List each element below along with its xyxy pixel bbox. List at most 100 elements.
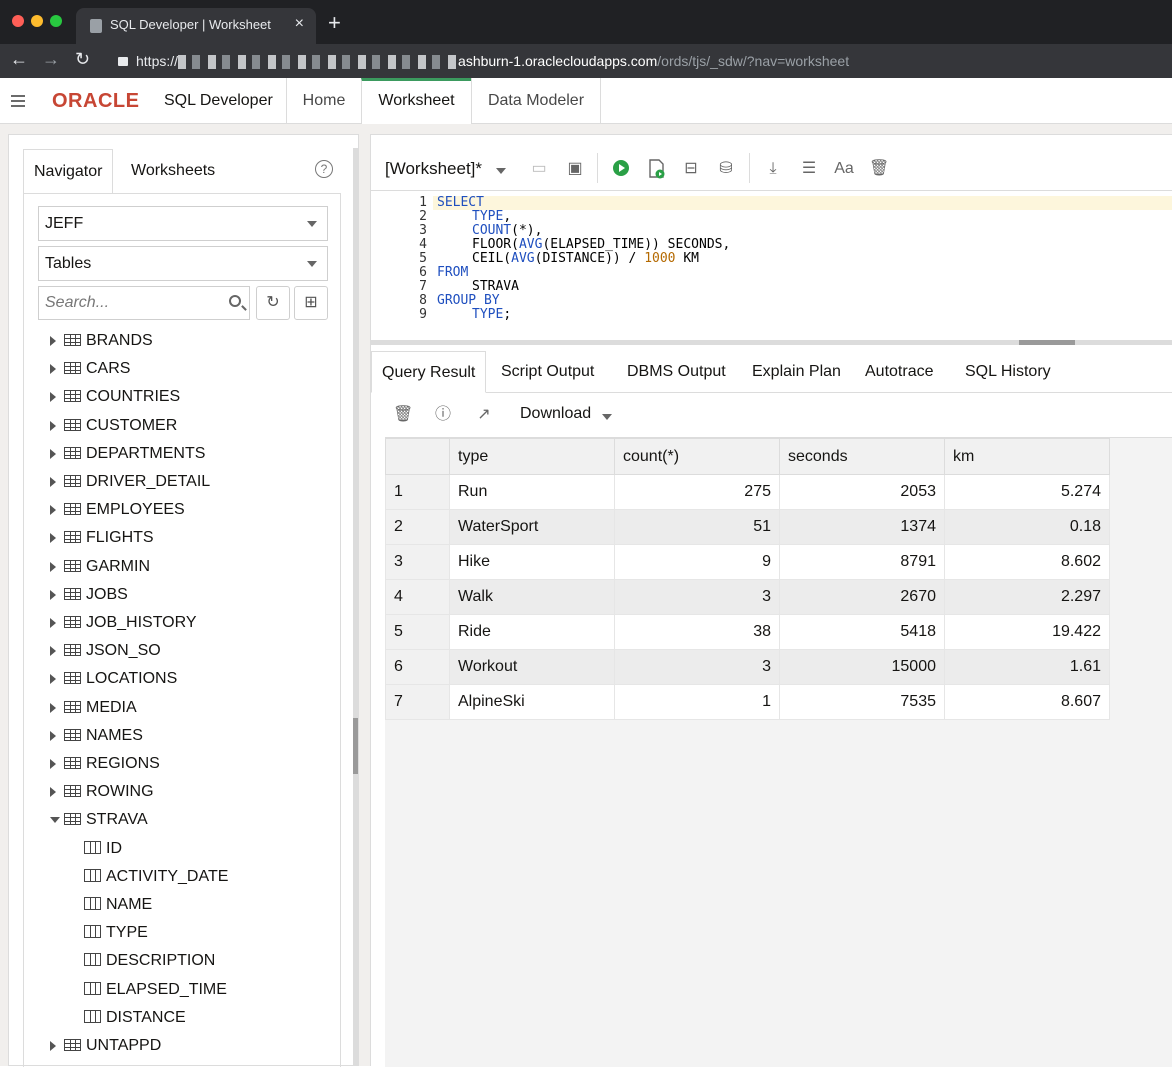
url-field[interactable]: https:// ashburn-1.oraclecloudapps.com/or… <box>112 49 1164 73</box>
row-number-cell[interactable]: 7 <box>385 684 450 720</box>
tree-table-item[interactable]: JSON_SO <box>50 638 161 664</box>
table-row[interactable]: 6 Workout 3 15000 1.61 <box>385 649 1110 685</box>
table-cell[interactable]: 38 <box>614 614 780 650</box>
clear-icon[interactable]: 🗑 <box>869 159 889 179</box>
scrollbar-thumb[interactable] <box>1019 340 1075 345</box>
tree-column-item[interactable]: DESCRIPTION <box>84 948 215 974</box>
tab-home[interactable]: Home <box>286 78 361 124</box>
table-cell[interactable]: 1 <box>614 684 780 720</box>
minimize-window-button[interactable] <box>31 15 43 27</box>
collapsed-arrow-icon[interactable] <box>50 787 56 798</box>
table-cell[interactable]: 3 <box>614 649 780 685</box>
info-icon[interactable]: ⓘ <box>433 405 453 425</box>
tab-autotrace[interactable]: Autotrace <box>865 351 933 393</box>
table-row[interactable]: 1 Run 275 2053 5.274 <box>385 474 1110 510</box>
table-cell[interactable]: 8.607 <box>944 684 1110 720</box>
run-script-icon[interactable] <box>647 159 667 179</box>
table-cell[interactable]: 3 <box>614 579 780 615</box>
table-cell[interactable]: 15000 <box>779 649 945 685</box>
table-cell[interactable]: 1374 <box>779 509 945 545</box>
tab-dbms-output[interactable]: DBMS Output <box>627 351 726 393</box>
font-size-icon[interactable]: Aa <box>834 159 854 179</box>
expanded-arrow-icon[interactable] <box>50 817 60 824</box>
panel-splitter[interactable] <box>353 148 358 1066</box>
table-cell[interactable]: 1.61 <box>944 649 1110 685</box>
collapsed-arrow-icon[interactable] <box>50 336 56 346</box>
collapsed-arrow-icon[interactable] <box>50 646 56 657</box>
forward-icon[interactable]: → <box>42 49 60 70</box>
sql-editor[interactable]: 1 SELECT 2 TYPE, 3 COUNT(*), 4 FLOOR(AVG(ELA… <box>371 192 1172 340</box>
table-cell[interactable]: AlpineSki <box>449 684 615 720</box>
tree-table-item[interactable]: GARMIN <box>50 554 150 580</box>
browser-tab[interactable]: SQL Developer | Worksheet × <box>76 8 316 44</box>
open-external-icon[interactable]: ↗ <box>474 405 494 425</box>
chevron-down-icon[interactable] <box>496 168 506 174</box>
row-number-cell[interactable]: 6 <box>385 649 450 685</box>
collapsed-arrow-icon[interactable] <box>50 505 56 516</box>
column-header[interactable]: km <box>944 438 1110 475</box>
tree-table-item[interactable]: REGIONS <box>50 751 160 777</box>
tree-table-item[interactable]: STRAVA <box>50 807 148 833</box>
row-number-cell[interactable]: 1 <box>385 474 450 510</box>
column-header[interactable]: count(*) <box>614 438 780 475</box>
tree-table-item[interactable]: EMPLOYEES <box>50 497 185 523</box>
open-folder-icon[interactable]: ▭ <box>529 159 549 179</box>
new-tab-button[interactable]: + <box>328 10 341 36</box>
collapsed-arrow-icon[interactable] <box>50 448 56 459</box>
tab-worksheets[interactable]: Worksheets <box>131 149 215 193</box>
tree-table-item[interactable]: MEDIA <box>50 695 137 721</box>
collapsed-arrow-icon[interactable] <box>50 392 56 403</box>
table-cell[interactable]: 275 <box>614 474 780 510</box>
download-icon[interactable]: ⤓ <box>763 159 783 179</box>
table-row[interactable]: 2 WaterSport 51 1374 0.18 <box>385 509 1110 545</box>
tree-table-item[interactable]: DRIVER_DETAIL <box>50 469 210 495</box>
table-cell[interactable]: 2053 <box>779 474 945 510</box>
object-type-select[interactable]: Tables <box>38 246 328 281</box>
table-cell[interactable]: 51 <box>614 509 780 545</box>
table-cell[interactable]: 19.422 <box>944 614 1110 650</box>
table-cell[interactable]: WaterSport <box>449 509 615 545</box>
collapsed-arrow-icon[interactable] <box>50 364 56 375</box>
tree-table-item[interactable]: DEPARTMENTS <box>50 441 205 467</box>
table-cell[interactable]: Run <box>449 474 615 510</box>
search-input[interactable]: Search... <box>38 286 250 320</box>
collapsed-arrow-icon[interactable] <box>50 618 56 628</box>
tree-column-item[interactable]: DISTANCE <box>84 1005 186 1031</box>
table-cell[interactable]: 8.602 <box>944 544 1110 580</box>
tree-table-item[interactable]: JOBS <box>50 582 128 608</box>
row-number-cell[interactable]: 3 <box>385 544 450 580</box>
collapsed-arrow-icon[interactable] <box>50 533 56 544</box>
collapsed-arrow-icon[interactable] <box>50 561 56 572</box>
tree-table-item[interactable]: UNTAPPD <box>50 1033 161 1059</box>
collapsed-arrow-icon[interactable] <box>50 674 56 685</box>
help-icon[interactable]: ? <box>315 160 333 178</box>
tree-column-item[interactable]: ID <box>84 836 122 862</box>
table-cell[interactable]: 9 <box>614 544 780 580</box>
table-cell[interactable]: 5.274 <box>944 474 1110 510</box>
tree-column-item[interactable]: TYPE <box>84 920 148 946</box>
column-header[interactable]: seconds <box>779 438 945 475</box>
collapsed-arrow-icon[interactable] <box>50 1041 56 1051</box>
hamburger-menu-icon[interactable] <box>11 95 25 107</box>
search-icon[interactable] <box>229 295 241 307</box>
collapsed-arrow-icon[interactable] <box>50 730 56 741</box>
tab-script-output[interactable]: Script Output <box>501 351 594 393</box>
collapsed-arrow-icon[interactable] <box>50 477 56 487</box>
worksheet-name[interactable]: [Worksheet]* <box>385 159 482 179</box>
tree-table-item[interactable]: LOCATIONS <box>50 666 177 692</box>
tab-worksheet[interactable]: Worksheet <box>361 78 471 124</box>
refresh-button[interactable]: ↻ <box>256 286 290 320</box>
maximize-window-button[interactable] <box>50 15 62 27</box>
table-cell[interactable]: Hike <box>449 544 615 580</box>
table-cell[interactable]: Workout <box>449 649 615 685</box>
tree-column-item[interactable]: NAME <box>84 892 152 918</box>
tab-query-result[interactable]: Query Result <box>371 351 487 393</box>
back-icon[interactable]: ← <box>10 49 28 70</box>
explain-plan-icon[interactable]: ⊟ <box>681 159 701 179</box>
tree-table-item[interactable]: NAMES <box>50 723 143 749</box>
row-number-cell[interactable]: 4 <box>385 579 450 615</box>
table-row[interactable]: 7 AlpineSki 1 7535 8.607 <box>385 684 1110 720</box>
table-cell[interactable]: 2.297 <box>944 579 1110 615</box>
tab-navigator[interactable]: Navigator <box>23 149 114 193</box>
tree-column-item[interactable]: ACTIVITY_DATE <box>84 864 228 890</box>
